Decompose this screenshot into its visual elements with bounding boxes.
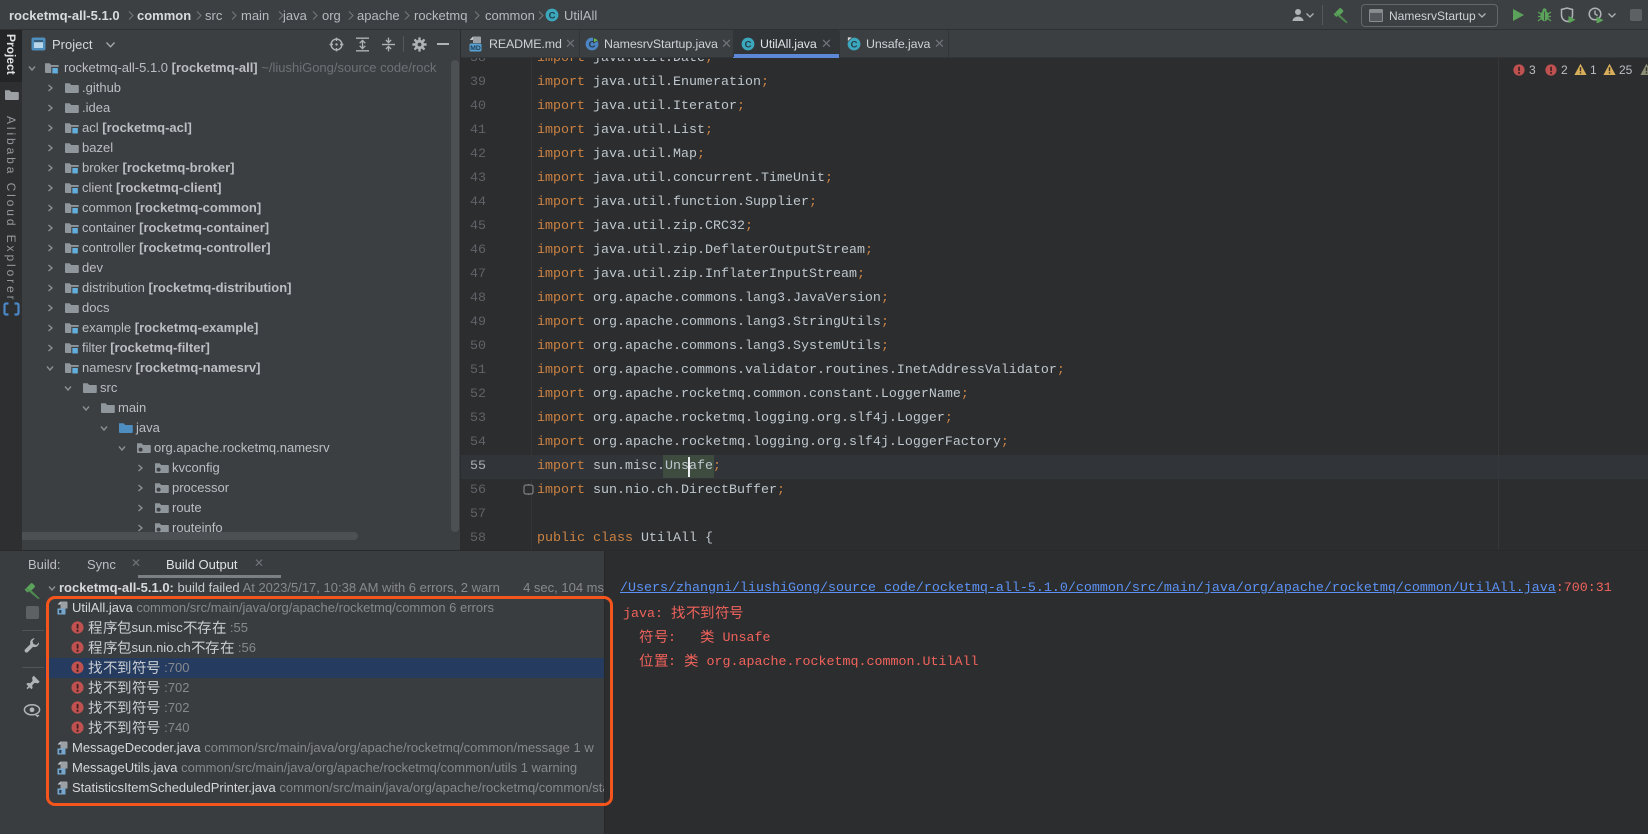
svg-text:MD: MD [470,45,481,52]
svg-text:C: C [549,10,556,21]
svg-text:C: C [745,39,752,50]
svg-text:C: C [851,39,858,50]
